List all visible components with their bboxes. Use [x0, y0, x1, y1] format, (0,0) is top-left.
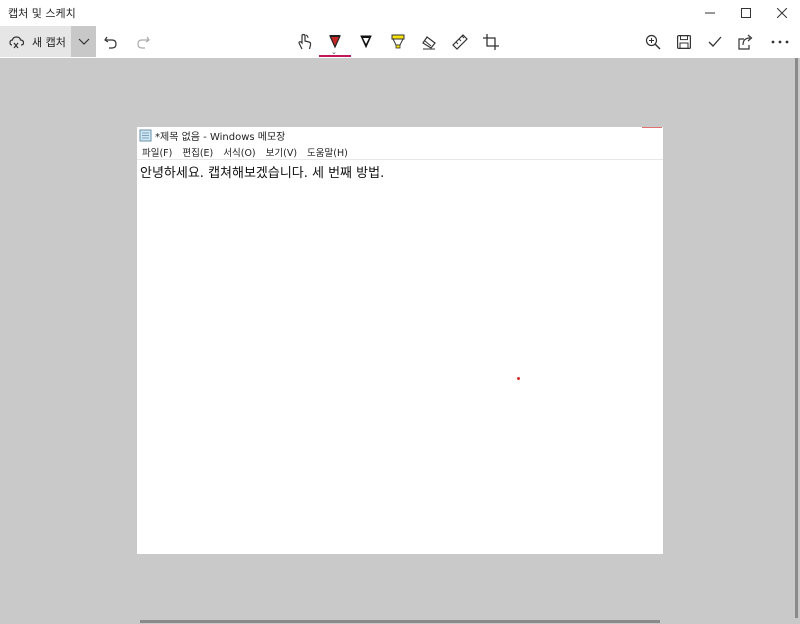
- share-icon: [738, 34, 753, 50]
- new-capture-label: 새 캡처: [32, 35, 66, 49]
- ruler-icon: [452, 34, 468, 50]
- ink-dot: [517, 377, 520, 380]
- eraser-button[interactable]: [417, 30, 441, 54]
- notepad-close-accent: [642, 127, 662, 128]
- horizontal-scrollbar[interactable]: [140, 620, 660, 623]
- zoom-button[interactable]: [641, 30, 665, 54]
- menu-file: 파일(F): [142, 147, 173, 159]
- crop-icon: [483, 34, 499, 50]
- capture-mode-dropdown[interactable]: [71, 26, 96, 57]
- zoom-icon: [645, 34, 661, 50]
- highlighter-icon: [391, 34, 405, 49]
- new-capture-button[interactable]: 새 캡처: [0, 26, 71, 57]
- save-button[interactable]: [672, 30, 696, 54]
- pen-selected-indicator: [319, 55, 351, 57]
- redo-icon: [137, 36, 150, 49]
- notepad-title-bar: *제목 없음 - Windows 메모장: [137, 127, 663, 144]
- minimize-icon: [705, 12, 715, 14]
- notepad-text: 안녕하세요. 캡쳐해보겠습니다. 세 번째 방법.: [140, 166, 385, 181]
- vertical-scrollbar[interactable]: [795, 58, 798, 618]
- checkmark-icon: [708, 36, 722, 47]
- close-button[interactable]: [764, 0, 800, 26]
- highlighter-button[interactable]: [386, 30, 410, 54]
- maximize-icon: [741, 8, 751, 18]
- maximize-button[interactable]: [728, 0, 764, 26]
- close-icon: [777, 8, 787, 18]
- touch-writing-icon: [298, 33, 312, 50]
- more-button[interactable]: [768, 30, 792, 54]
- minimize-button[interactable]: [692, 0, 728, 26]
- eraser-icon: [422, 36, 436, 50]
- pencil-button[interactable]: [354, 30, 378, 54]
- toolbar: 새 캡처 ⌄: [0, 26, 800, 58]
- menu-format: 서식(O): [223, 147, 256, 159]
- notepad-menu-bar: 파일(F) 편집(E) 서식(O) 보기(V) 도움말(H): [137, 144, 663, 160]
- app-title: 캡처 및 스케치: [8, 7, 76, 20]
- captured-image[interactable]: *제목 없음 - Windows 메모장 파일(F) 편집(E) 서식(O) 보…: [137, 127, 663, 554]
- redo-button[interactable]: [131, 30, 155, 54]
- title-bar: 캡처 및 스케치: [0, 0, 800, 26]
- undo-icon: [104, 36, 117, 49]
- copy-button[interactable]: [703, 30, 727, 54]
- ruler-button[interactable]: [448, 30, 472, 54]
- menu-help: 도움말(H): [307, 147, 348, 159]
- notepad-title: *제목 없음 - Windows 메모장: [155, 132, 286, 143]
- touch-writing-button[interactable]: [293, 30, 317, 54]
- notepad-icon: [139, 129, 152, 142]
- undo-button[interactable]: [99, 30, 123, 54]
- more-icon: [771, 40, 789, 44]
- capture-icon: [9, 35, 25, 48]
- menu-edit: 편집(E): [182, 147, 214, 159]
- share-button[interactable]: [734, 30, 758, 54]
- crop-button[interactable]: [479, 30, 503, 54]
- menu-view: 보기(V): [265, 147, 298, 159]
- chevron-down-icon: [78, 38, 89, 45]
- pencil-icon: [360, 35, 372, 49]
- save-icon: [677, 35, 691, 49]
